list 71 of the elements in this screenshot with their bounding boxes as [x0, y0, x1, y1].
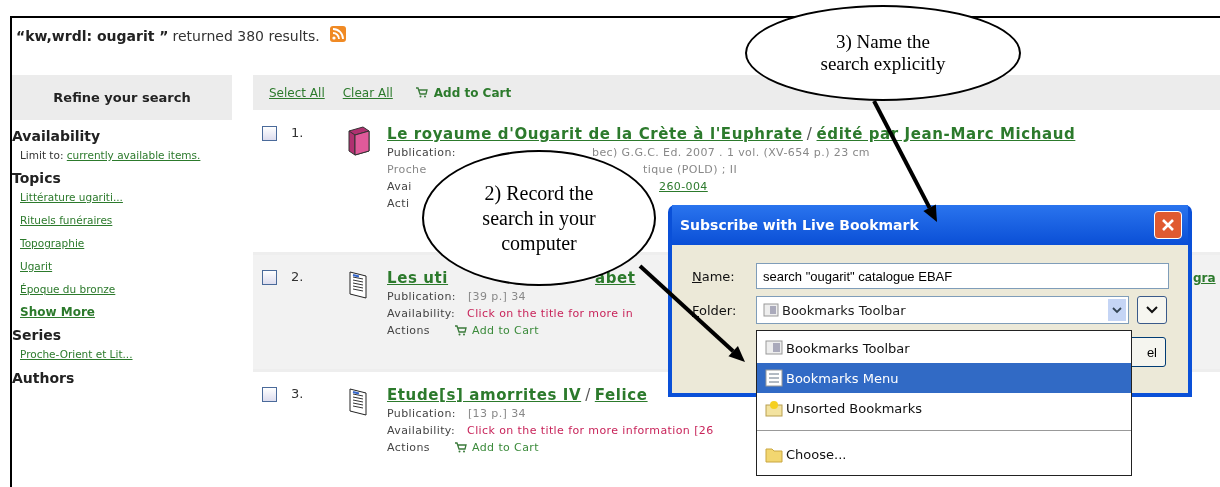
callout-tooltip: 3) Name the search explicitly: [745, 5, 1021, 101]
title-link[interactable]: Felice: [594, 385, 648, 405]
title-link[interactable]: Etude[s] amorrites IV: [387, 385, 582, 405]
cart-icon: [454, 442, 467, 453]
field-value: [13 p.] 34: [467, 406, 526, 422]
bookmarks-toolbar-icon: [763, 303, 779, 317]
result-checkbox[interactable]: [262, 270, 277, 285]
show-more-link[interactable]: Show More: [12, 305, 95, 319]
title-link[interactable]: Le royaume d'Ougarit de la Crète à l'Euphrate: [387, 124, 803, 144]
folder-icon: [765, 445, 783, 463]
add-to-cart-link[interactable]: Add to Cart: [454, 439, 539, 456]
cart-icon: [454, 325, 467, 336]
chevron-down-icon: [1146, 306, 1158, 314]
facet-link[interactable]: Ugarit: [12, 259, 53, 273]
facet-link[interactable]: Époque du bronze: [12, 282, 116, 296]
facet-heading: Authors: [12, 370, 76, 386]
chevron-down-icon: [1112, 306, 1122, 314]
menu-item[interactable]: Unsorted Bookmarks: [757, 393, 1131, 423]
facet-link[interactable]: Rituels funéraires: [12, 213, 113, 227]
result-checkbox[interactable]: [262, 387, 277, 402]
field-label: Actions: [387, 440, 430, 456]
title-link[interactable]: gra: [1193, 268, 1216, 288]
field-label: Publication:: [387, 289, 456, 305]
expand-button[interactable]: [1137, 296, 1167, 324]
facet-text: Limit to: currently available items.: [19, 148, 202, 162]
facet-link[interactable]: Littérature ugariti...: [12, 190, 123, 204]
add-to-cart-link[interactable]: Add to Cart: [454, 322, 539, 339]
field-label: Avai: [387, 179, 412, 195]
result-number: 1.: [291, 125, 305, 140]
name-field[interactable]: search "ougarit" catalogue EBAF: [756, 263, 1169, 289]
menu-item[interactable]: Choose...: [757, 439, 1131, 469]
facet-link[interactable]: Proche-Orient et Lit...: [12, 347, 133, 361]
search-query: “kw,wrdl: ougarit ”: [16, 28, 169, 44]
book-icon: [345, 126, 373, 156]
close-button[interactable]: [1154, 211, 1182, 239]
facet-heading: Topics: [12, 170, 62, 186]
field-label: Publication:: [387, 406, 456, 422]
field-label: Name:: [692, 268, 736, 284]
field-label: Folder:: [692, 302, 738, 318]
result-number: 3.: [291, 386, 305, 401]
field-label: Actions: [387, 323, 430, 339]
field-label: Acti: [387, 196, 410, 212]
menu-item[interactable]: Bookmarks Toolbar: [757, 333, 1131, 363]
dialog-title: Subscribe with Live Bookmark: [680, 217, 919, 233]
rss-icon: [329, 26, 346, 42]
field-value: [39 p.] 34: [467, 289, 526, 305]
facet-heading: Availability: [12, 128, 102, 144]
toolbar-link[interactable]: Select All: [269, 85, 325, 100]
separator-text: /: [806, 124, 813, 144]
menu-item[interactable]: Bookmarks Menu: [757, 363, 1131, 393]
add-to-cart-link[interactable]: Add to Cart: [414, 85, 512, 100]
facet-heading: Series: [12, 327, 63, 343]
call-number-link[interactable]: 260-004: [659, 178, 708, 195]
star-folder-icon: [765, 399, 783, 417]
field-label: Availability:: [387, 423, 456, 439]
availability-note: Click on the title for more information [26: [467, 423, 714, 439]
result-checkbox[interactable]: [262, 126, 277, 141]
folder-dropdown[interactable]: Bookmarks Toolbar: [756, 296, 1129, 324]
facet-link[interactable]: currently available items.: [66, 149, 201, 161]
sidebar-header: Refine your search: [12, 75, 232, 120]
result-count: returned 380 results.: [172, 28, 320, 44]
facet-link[interactable]: Topographie: [12, 236, 85, 250]
separator-text: /: [585, 385, 591, 405]
field-label: Availability:: [387, 306, 456, 322]
toolbar-link[interactable]: Clear All: [342, 85, 393, 100]
close-icon: [1161, 218, 1175, 232]
bookmarks-toolbar-icon: [765, 339, 783, 357]
result-number: 2.: [291, 269, 305, 284]
cart-icon: [414, 87, 428, 98]
bookmarks-menu-icon: [765, 369, 783, 387]
availability-note: Click on the title for more in: [467, 306, 634, 322]
